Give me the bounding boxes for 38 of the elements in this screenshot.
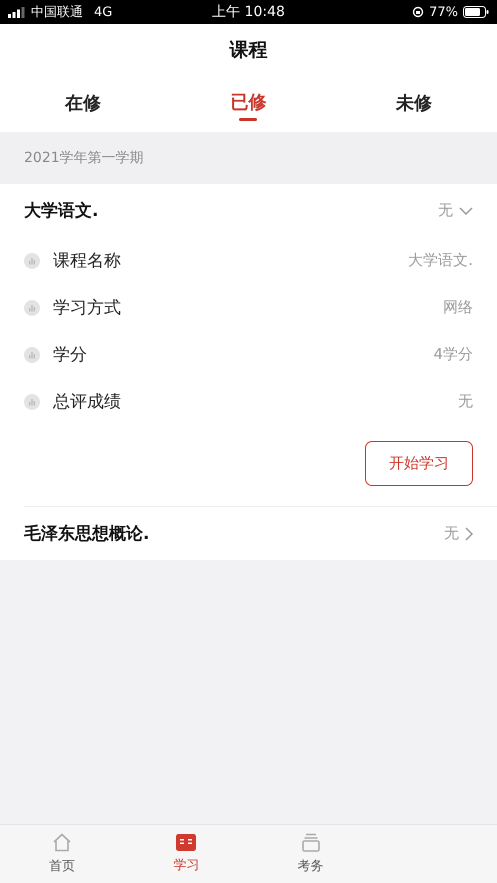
detail-value: 网络 [443,298,473,317]
tab[interactable]: 在修 [22,76,143,130]
tab[interactable]: 未修 [354,76,474,130]
signal-icon [8,6,26,18]
course-name: 毛泽东思想概论. [24,523,150,545]
detail-value: 无 [458,392,473,411]
course-name: 大学语文. [24,200,100,222]
detail-label: 总评成绩 [53,391,122,413]
chart-icon [24,252,40,268]
page-title: 课程 [0,24,497,76]
detail-label: 学分 [53,344,88,366]
tab[interactable]: 已修 [188,76,308,130]
course-grade: 无 [444,524,459,543]
detail-value: 大学语文. [408,251,473,270]
detail-label: 学习方式 [53,297,122,319]
stack-icon [302,833,320,852]
nav-tab[interactable]: 学习 [124,825,248,883]
detail-label: 课程名称 [53,250,122,272]
chevron-right-icon [465,526,473,540]
book-icon [176,834,196,851]
nav-tab[interactable]: 考务 [248,825,373,883]
course-row[interactable]: 大学语文. 无 [0,184,497,237]
carrier-name: 中国联通 [31,4,83,21]
course-grade: 无 [438,201,453,220]
battery-icon [462,6,489,18]
battery-percent: 77% [429,4,458,20]
start-study-button[interactable]: 开始学习 [365,441,473,486]
chart-icon [24,346,40,362]
network-type: 4G [94,4,112,20]
course-row[interactable]: 毛泽东思想概论. 无 [24,507,497,560]
home-icon [52,833,72,852]
nav-tab[interactable]: 首页 [0,825,124,883]
rotation-lock-icon [412,6,424,18]
chart-icon [24,394,40,410]
chart-icon [24,300,40,316]
clock-time: 上午 10:48 [212,3,285,21]
detail-value: 4学分 [433,345,473,364]
chevron-down-icon [459,206,473,214]
